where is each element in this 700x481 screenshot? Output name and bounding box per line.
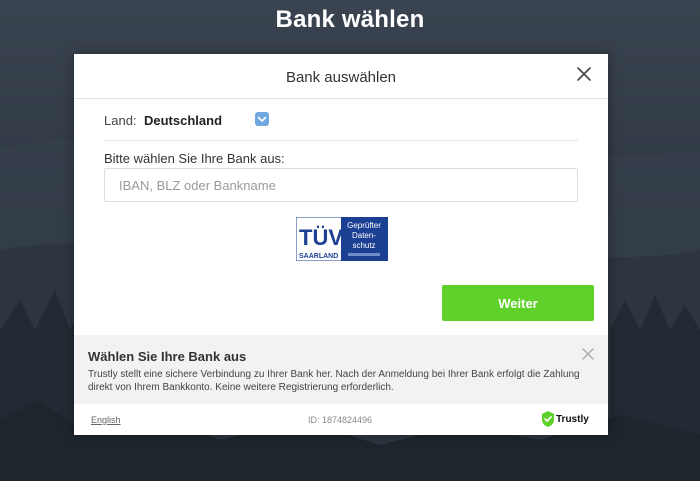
svg-text:TÜV: TÜV: [299, 225, 343, 250]
country-value[interactable]: Deutschland: [144, 113, 222, 128]
info-panel: Wählen Sie Ihre Bank aus Trustly stellt …: [74, 335, 608, 404]
svg-text:Daten-: Daten-: [352, 231, 376, 240]
svg-text:SAARLAND: SAARLAND: [299, 253, 338, 260]
svg-text:schutz: schutz: [352, 241, 375, 250]
tuv-seal-logo: TÜV SAARLAND Geprüfter Daten- schutz: [296, 217, 388, 261]
close-icon[interactable]: [576, 66, 592, 82]
bank-prompt: Bitte wählen Sie Ihre Bank aus:: [104, 151, 285, 166]
info-text: Trustly stellt eine sichere Verbindung z…: [88, 369, 580, 393]
trustly-shield-icon: [542, 411, 554, 427]
dialog-title: Bank auswählen: [285, 69, 397, 86]
info-title: Wählen Sie Ihre Bank aus: [88, 349, 247, 364]
close-icon[interactable]: [582, 348, 594, 360]
session-id: ID: 1874824496: [308, 415, 373, 425]
chevron-down-icon: [257, 116, 267, 122]
language-link-english[interactable]: English: [91, 415, 121, 425]
page-title: Bank wählen: [275, 6, 425, 33]
dialog-header: Bank auswählen: [74, 54, 608, 99]
continue-button[interactable]: Weiter: [442, 285, 594, 321]
bank-select-dialog: Bank auswählen Land: Deutschland Bitte w…: [74, 54, 608, 435]
trustly-wordmark: Trustly: [556, 414, 589, 425]
country-dropdown-button[interactable]: [255, 112, 269, 126]
svg-text:Geprüfter: Geprüfter: [347, 221, 381, 230]
bank-search-input[interactable]: [104, 168, 578, 202]
country-label: Land:: [104, 113, 137, 128]
country-row: Land: Deutschland: [104, 110, 578, 141]
